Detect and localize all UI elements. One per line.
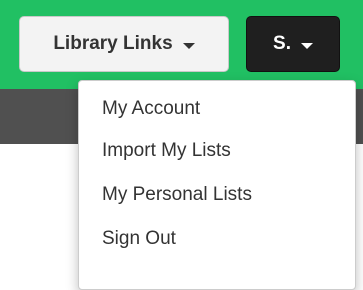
menu-item-import-my-lists[interactable]: Import My Lists (79, 129, 355, 173)
user-menu-button[interactable]: S. (246, 16, 340, 72)
caret-down-icon (300, 42, 313, 49)
library-links-label: Library Links (53, 33, 173, 54)
menu-item-sign-out[interactable]: Sign Out (79, 217, 355, 261)
library-links-button[interactable]: Library Links (19, 16, 229, 72)
user-menu-label: S. (273, 33, 291, 54)
caret-down-icon (182, 42, 195, 49)
menu-item-my-account[interactable]: My Account (79, 89, 355, 129)
user-dropdown-menu: My Account Import My Lists My Personal L… (78, 80, 356, 290)
menu-item-my-personal-lists[interactable]: My Personal Lists (79, 173, 355, 217)
